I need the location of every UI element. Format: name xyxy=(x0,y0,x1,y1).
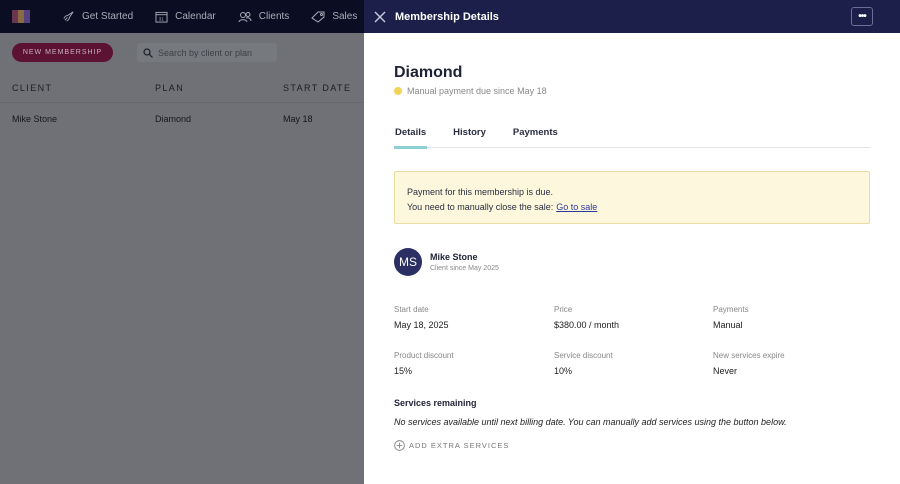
panel-title: Membership Details xyxy=(395,10,499,23)
field-label: Service discount xyxy=(554,351,613,360)
avatar: MS xyxy=(394,248,422,276)
nav-label: Get Started xyxy=(82,11,134,22)
rocket-icon xyxy=(63,11,74,22)
field-service-discount: Service discount 10% xyxy=(554,351,704,376)
field-value: Manual xyxy=(713,320,743,330)
nav-label: Sales xyxy=(332,11,358,22)
nav-sales[interactable]: Sales xyxy=(311,11,357,23)
status-line: Manual payment due since May 18 xyxy=(394,86,547,96)
client-card[interactable]: MS Mike Stone Client since May 2025 xyxy=(394,248,499,276)
panel-header: Membership Details ••• xyxy=(364,0,900,33)
search-placeholder: Search by client or plan xyxy=(158,47,253,58)
nav-label: Clients xyxy=(258,11,290,22)
row-start-date[interactable]: May 18 xyxy=(283,114,313,124)
field-price: Price $380.00 / month xyxy=(554,305,704,330)
services-text: No services available until next billing… xyxy=(394,417,787,427)
field-label: Product discount xyxy=(394,351,454,360)
row-plan[interactable]: Diamond xyxy=(155,114,191,124)
tab-history[interactable]: History xyxy=(452,127,487,148)
svg-text:31: 31 xyxy=(159,16,165,21)
status-dot-icon xyxy=(394,87,402,95)
divider xyxy=(0,102,364,103)
add-services-label: ADD EXTRA SERVICES xyxy=(409,441,510,450)
field-value: 10% xyxy=(554,366,573,376)
field-start-date: Start date May 18, 2025 xyxy=(394,305,544,330)
field-services-expire: New services expire Never xyxy=(713,351,863,376)
tag-icon xyxy=(311,11,325,23)
calendar-icon: 31 xyxy=(155,11,168,23)
plus-circle-icon xyxy=(394,440,405,451)
more-options-button[interactable]: ••• xyxy=(851,7,873,26)
modal-backdrop[interactable] xyxy=(0,33,364,484)
field-label: Price xyxy=(554,305,573,314)
tab-payments[interactable]: Payments xyxy=(512,127,559,148)
client-since: Client since May 2025 xyxy=(430,265,499,272)
column-header-start-date[interactable]: START DATE xyxy=(283,83,351,93)
nav-calendar[interactable]: 31 Calendar xyxy=(155,11,216,23)
app-logo[interactable] xyxy=(12,10,30,23)
plan-title: Diamond xyxy=(394,64,463,81)
clients-icon xyxy=(238,11,252,22)
status-text: Manual payment due since May 18 xyxy=(407,86,547,96)
tab-bar: Details History Payments xyxy=(394,127,870,149)
row-client[interactable]: Mike Stone xyxy=(12,114,57,124)
services-heading: Services remaining xyxy=(394,398,477,408)
field-label: Payments xyxy=(713,305,749,314)
search-icon xyxy=(143,47,153,58)
payment-due-alert: Payment for this membership is due. You … xyxy=(394,171,870,224)
new-membership-button[interactable]: NEW MEMBERSHIP xyxy=(12,43,113,62)
column-header-client[interactable]: CLIENT xyxy=(12,83,52,93)
nav-label: Calendar xyxy=(175,11,216,22)
alert-line-2: You need to manually close the sale: xyxy=(407,202,554,212)
field-payments: Payments Manual xyxy=(713,305,863,330)
top-nav: Get Started 31 Calendar Clients Sales M xyxy=(0,0,364,33)
tab-details[interactable]: Details xyxy=(394,127,428,149)
nav-clients[interactable]: Clients xyxy=(238,11,290,23)
column-header-plan[interactable]: PLAN xyxy=(155,83,184,93)
field-value: May 18, 2025 xyxy=(394,320,449,330)
add-extra-services-button[interactable]: ADD EXTRA SERVICES xyxy=(394,440,509,451)
field-label: New services expire xyxy=(713,351,785,360)
search-input[interactable]: Search by client or plan xyxy=(137,43,277,62)
go-to-sale-link[interactable]: Go to sale xyxy=(556,202,597,212)
field-product-discount: Product discount 15% xyxy=(394,351,544,376)
field-value: 15% xyxy=(394,366,413,376)
field-value: Never xyxy=(713,366,738,376)
membership-details-panel: Membership Details ••• Diamond Manual pa… xyxy=(364,0,900,484)
alert-line-1: Payment for this membership is due. xyxy=(407,187,554,197)
nav-get-started[interactable]: Get Started xyxy=(62,10,133,23)
field-value: $380.00 / month xyxy=(554,320,620,330)
client-name[interactable]: Mike Stone xyxy=(430,252,499,262)
field-label: Start date xyxy=(394,305,429,314)
close-icon[interactable] xyxy=(374,11,386,23)
